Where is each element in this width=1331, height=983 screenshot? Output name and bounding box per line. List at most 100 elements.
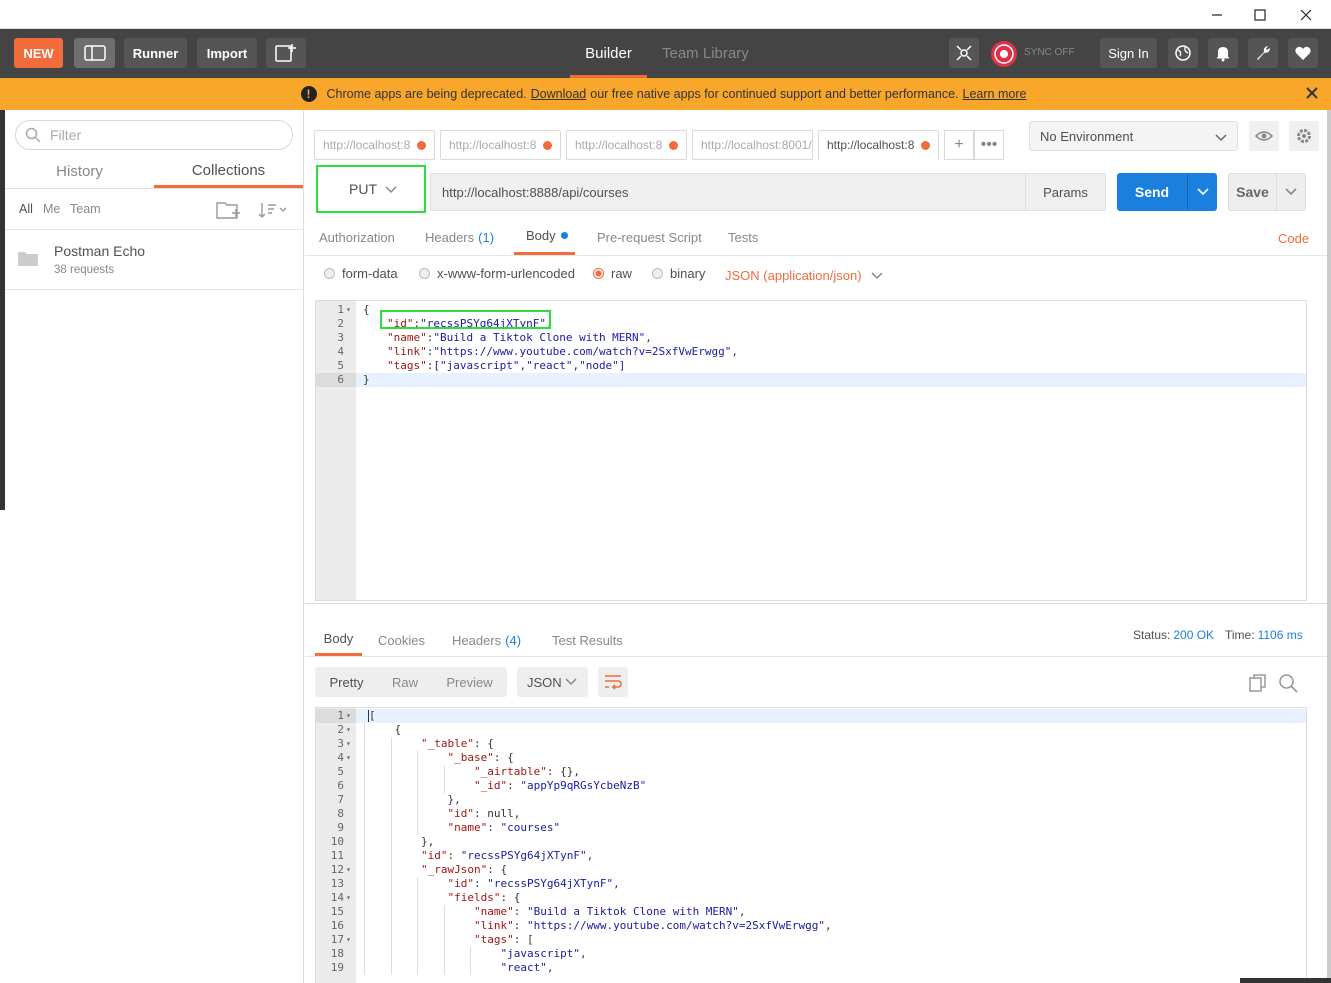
tab-collections[interactable]: Collections [154, 155, 303, 188]
radio-label: form-data [342, 266, 398, 281]
new-collection-icon[interactable] [216, 200, 242, 220]
body-type-urlencoded[interactable]: x-www-form-urlencoded [419, 266, 575, 281]
tab-builder[interactable]: Builder [570, 29, 647, 78]
json-trailing: , [825, 919, 832, 932]
request-tab[interactable]: http://localhost:8 [566, 130, 687, 160]
body-type-binary[interactable]: binary [652, 266, 705, 281]
environment-quick-look-button[interactable] [1249, 121, 1279, 151]
sync-status: SYNC OFF [1024, 47, 1075, 58]
save-options-button[interactable] [1276, 173, 1306, 211]
close-button[interactable] [1291, 4, 1321, 26]
interceptor-button[interactable] [949, 38, 979, 68]
collection-item-postman-echo[interactable]: Postman Echo 38 requests [5, 230, 303, 290]
fold-toggle-icon[interactable]: ▾ [346, 933, 354, 947]
response-body-viewer[interactable]: 1 ▾[2 ▾{3 ▾ "_table": {4 ▾ "_base": {5 "_airtab… [315, 707, 1307, 983]
favorite-button[interactable] [1288, 38, 1318, 68]
new-button[interactable]: NEW [14, 38, 63, 68]
view-preview[interactable]: Preview [432, 667, 507, 697]
fold-toggle-icon[interactable]: ▾ [346, 737, 354, 751]
tab-authorization[interactable]: Authorization [319, 219, 395, 255]
content-type-select[interactable]: JSON (application/json) [725, 268, 883, 283]
response-format-select[interactable]: JSON [517, 667, 588, 697]
response-tab-body[interactable]: Body [315, 624, 362, 656]
url-input[interactable]: http://localhost:8888/api/courses [430, 173, 1026, 211]
body-type-form-data[interactable]: form-data [324, 266, 398, 281]
maximize-button[interactable] [1245, 4, 1275, 26]
request-tab[interactable]: http://localhost:8 [314, 130, 435, 160]
indent-guide [390, 765, 392, 779]
ellipsis-icon: ••• [980, 136, 998, 153]
json-key: "fields" [447, 891, 501, 904]
sign-in-button[interactable]: Sign In [1100, 38, 1157, 68]
tab-team-library[interactable]: Team Library [662, 29, 749, 78]
globe-button[interactable] [1168, 38, 1198, 68]
send-options-button[interactable] [1187, 173, 1217, 211]
download-link[interactable]: Download [531, 87, 587, 101]
radio-circle [324, 268, 335, 279]
view-raw[interactable]: Raw [378, 667, 432, 697]
save-button[interactable]: Save [1228, 173, 1277, 211]
send-button[interactable]: Send [1117, 173, 1187, 211]
notifications-button[interactable] [1208, 38, 1238, 68]
filter-team[interactable]: Team [70, 202, 101, 216]
add-tab-button[interactable]: + [944, 130, 974, 160]
json-key: "id" [447, 877, 475, 890]
params-button[interactable]: Params [1025, 173, 1106, 211]
tab-body[interactable]: Body [514, 219, 575, 255]
method-select[interactable]: PUT [316, 165, 426, 213]
response-tab-cookies[interactable]: Cookies [378, 624, 425, 656]
code-line: 12 ▾ "_rawJson": { [316, 863, 1306, 877]
body-type-raw[interactable]: raw [593, 266, 632, 281]
copy-icon[interactable] [1248, 673, 1268, 693]
sidebar-filter-input[interactable]: Filter [15, 120, 293, 150]
fold-toggle-icon[interactable]: ▾ [346, 303, 354, 317]
headers-count: (1) [478, 229, 495, 245]
new-window-button[interactable] [266, 38, 306, 68]
sort-icon[interactable] [258, 202, 288, 218]
tab-headers[interactable]: Headers (1) [425, 219, 494, 255]
tab-label: Test Results [552, 632, 623, 648]
fold-toggle-icon[interactable]: ▾ [346, 863, 354, 877]
import-button[interactable]: Import [197, 38, 257, 68]
indent-guide [390, 751, 392, 765]
json-value: "https://www.youtube.com/watch?v=2SxfVwE… [433, 345, 732, 358]
tab-tests[interactable]: Tests [728, 219, 758, 255]
filter-all[interactable]: All [19, 202, 33, 216]
more-tabs-button[interactable]: ••• [974, 130, 1004, 160]
request-tab[interactable]: http://localhost:8 [440, 130, 561, 160]
view-pretty[interactable]: Pretty [315, 667, 378, 697]
wrap-lines-button[interactable] [598, 667, 628, 697]
json-value: ["javascript","react","node"] [433, 359, 626, 372]
line-number: 3 [337, 331, 344, 344]
banner-close-icon[interactable] [1305, 86, 1319, 100]
request-tab-label: http://localhost:8001/c [701, 138, 812, 152]
filter-me[interactable]: Me [43, 202, 60, 216]
tab-pre-request-script[interactable]: Pre-request Script [597, 219, 702, 255]
indent-guide [417, 933, 418, 947]
response-tab-test-results[interactable]: Test Results [552, 624, 623, 656]
minimize-button[interactable] [1202, 4, 1232, 26]
code-link[interactable]: Code [1278, 231, 1309, 246]
fold-toggle-icon[interactable]: ▾ [346, 723, 354, 737]
sync-icon[interactable] [989, 39, 1019, 69]
code-text: [ [368, 709, 376, 723]
learn-more-link[interactable]: Learn more [963, 87, 1027, 101]
search-icon [25, 127, 41, 143]
environment-select[interactable]: No Environment [1029, 121, 1238, 151]
search-icon[interactable] [1278, 673, 1298, 693]
json-value: "javascript" [500, 947, 580, 960]
manage-environments-button[interactable] [1289, 121, 1319, 151]
indent-guide [364, 751, 365, 765]
request-tab-active[interactable]: http://localhost:8 [818, 130, 939, 160]
request-tab[interactable]: http://localhost:8001/c [692, 130, 813, 160]
settings-button[interactable] [1248, 38, 1278, 68]
fold-toggle-icon[interactable]: ▾ [346, 891, 354, 905]
fold-toggle-icon[interactable]: ▾ [346, 751, 354, 765]
request-body-editor[interactable]: 1 ▾{2 "id":"recssPSYg64jXTynF", 3 "name":"Bu… [315, 300, 1307, 601]
sidebar-toggle-button[interactable] [74, 38, 115, 68]
runner-button[interactable]: Runner [124, 38, 187, 68]
fold-toggle-icon[interactable]: ▾ [346, 709, 354, 723]
tab-history[interactable]: History [5, 155, 154, 188]
json-value: "https://www.youtube.com/watch?v=2SxfVwE… [527, 919, 826, 932]
response-tab-headers[interactable]: Headers (4) [452, 624, 521, 656]
